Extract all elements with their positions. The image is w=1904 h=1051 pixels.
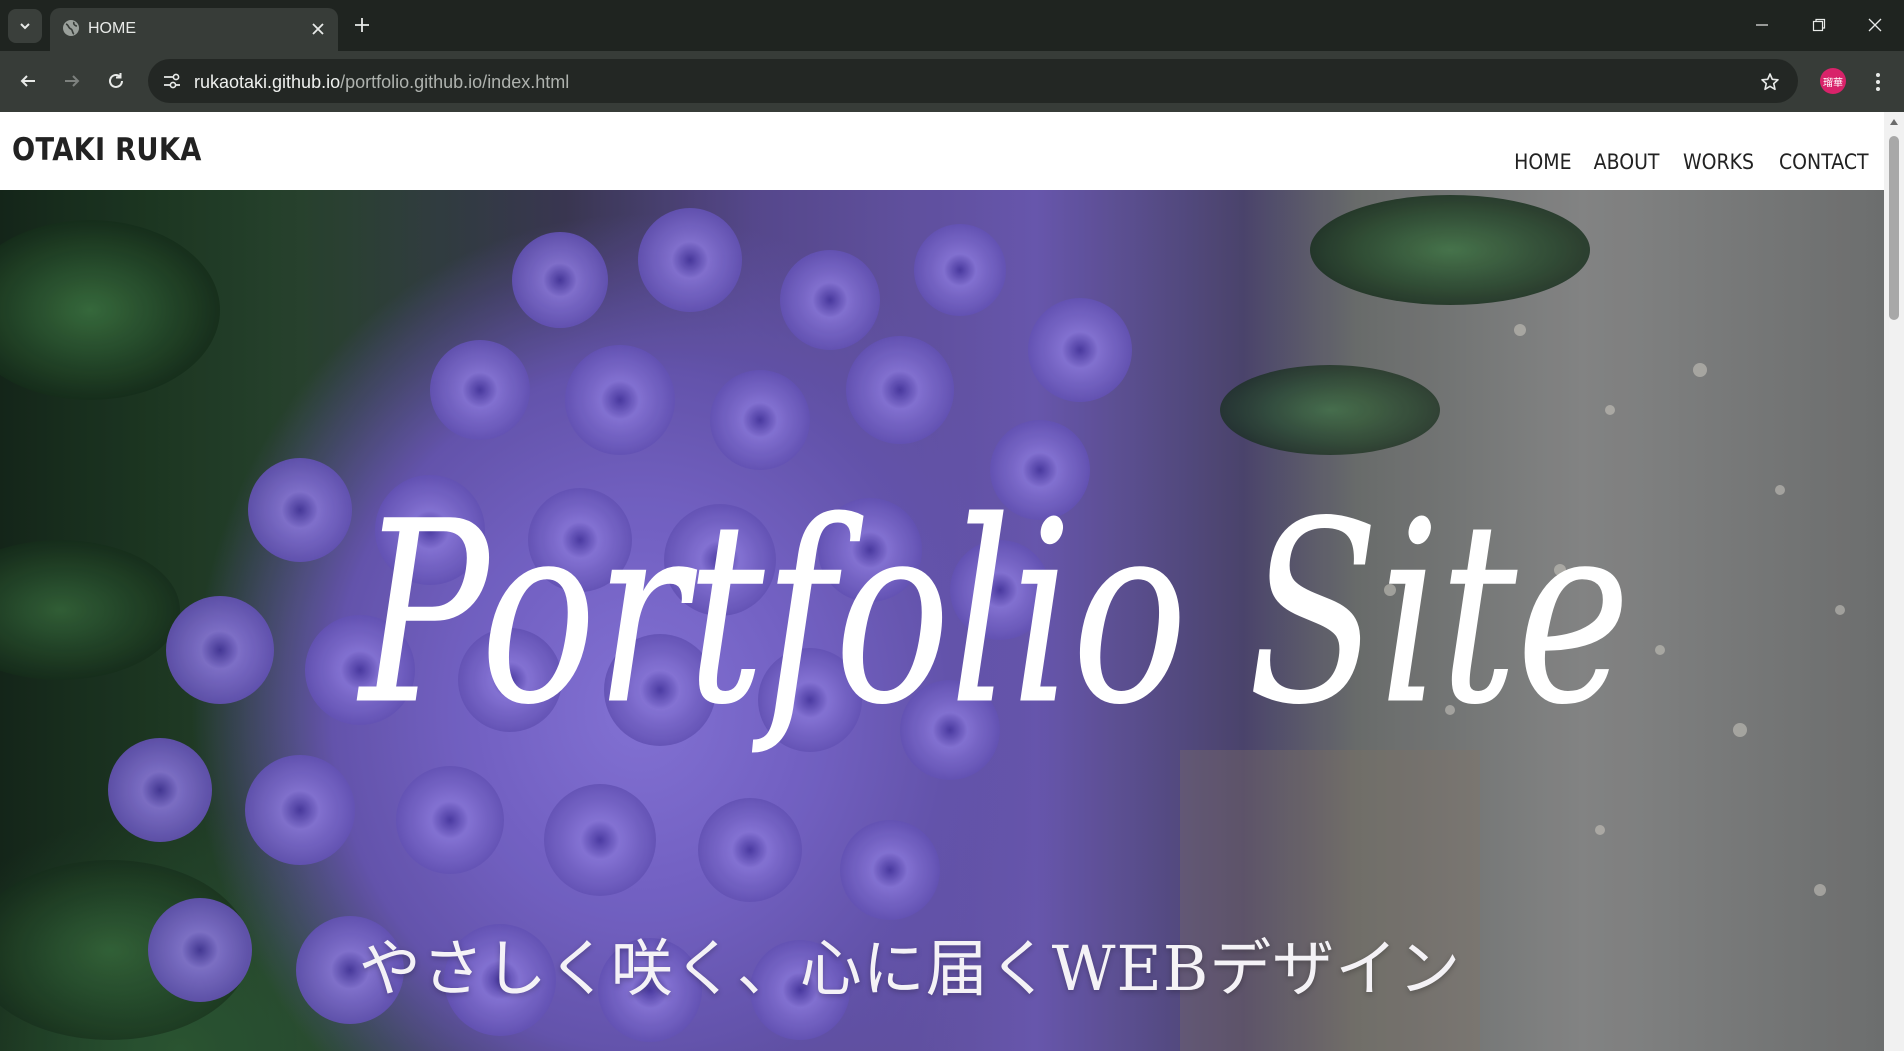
more-menu-icon[interactable] — [1866, 67, 1890, 97]
profile-avatar[interactable]: 瑠華 — [1820, 68, 1846, 94]
close-window-button[interactable] — [1853, 8, 1897, 42]
browser-tab-bar: HOME — [0, 0, 1904, 51]
bookmark-star-icon[interactable] — [1756, 68, 1784, 96]
tab-title: HOME — [88, 20, 136, 37]
scrollbar-thumb[interactable] — [1889, 136, 1899, 320]
site-logo[interactable]: OTAKI RUKA — [12, 132, 202, 168]
arrow-right-icon — [65, 75, 80, 87]
hero-section: Portfolio Site やさしく咲く、心に届くWEBデザイン — [0, 190, 1884, 1051]
hero-title: Portfolio Site — [356, 468, 1630, 760]
nav-home-link[interactable]: HOME — [1514, 150, 1571, 174]
new-tab-button[interactable] — [350, 12, 374, 38]
address-bar[interactable]: rukaotaki.github.io/portfolio.github.io/… — [148, 59, 1798, 103]
site-header: OTAKI RUKA HOME ABOUT WORKS CONTACT — [0, 112, 1884, 190]
url-path: /portfolio.github.io/index.html — [340, 72, 570, 92]
vertical-scrollbar[interactable] — [1884, 112, 1904, 1051]
tab-search-button[interactable] — [8, 9, 42, 43]
globe-icon — [61, 18, 81, 38]
forward-button[interactable] — [56, 65, 88, 97]
back-button[interactable] — [12, 65, 44, 97]
url-host: rukaotaki.github.io — [194, 72, 341, 92]
chevron-down-icon — [20, 23, 30, 30]
plus-icon — [355, 18, 369, 32]
minimize-icon — [1756, 24, 1768, 26]
hero-subtitle: やさしく咲く、心に届くWEBデザイン — [358, 932, 1462, 1005]
hero-title-text: Portfolio Site — [357, 468, 1630, 759]
site-nav: HOME ABOUT WORKS CONTACT — [1511, 150, 1874, 174]
url-text: rukaotaki.github.io/portfolio.github.io/… — [194, 71, 569, 93]
reload-button[interactable] — [100, 65, 132, 97]
nav-about-link[interactable]: ABOUT — [1594, 150, 1660, 174]
arrow-left-icon — [20, 75, 35, 87]
reload-icon — [109, 73, 123, 88]
restore-icon — [1812, 18, 1826, 32]
close-icon — [1868, 18, 1882, 32]
scroll-up-arrow-icon[interactable] — [1888, 116, 1900, 128]
browser-tab-active[interactable]: HOME — [50, 8, 338, 51]
restore-button[interactable] — [1797, 8, 1841, 42]
page-viewport: OTAKI RUKA HOME ABOUT WORKS CONTACT Port… — [0, 112, 1904, 1051]
site-info-icon[interactable] — [156, 66, 188, 96]
browser-toolbar: rukaotaki.github.io/portfolio.github.io/… — [0, 51, 1904, 112]
close-tab-icon[interactable] — [306, 17, 330, 41]
nav-contact-link[interactable]: CONTACT — [1779, 150, 1869, 174]
nav-works-link[interactable]: WORKS — [1683, 150, 1754, 174]
minimize-button[interactable] — [1740, 8, 1784, 42]
